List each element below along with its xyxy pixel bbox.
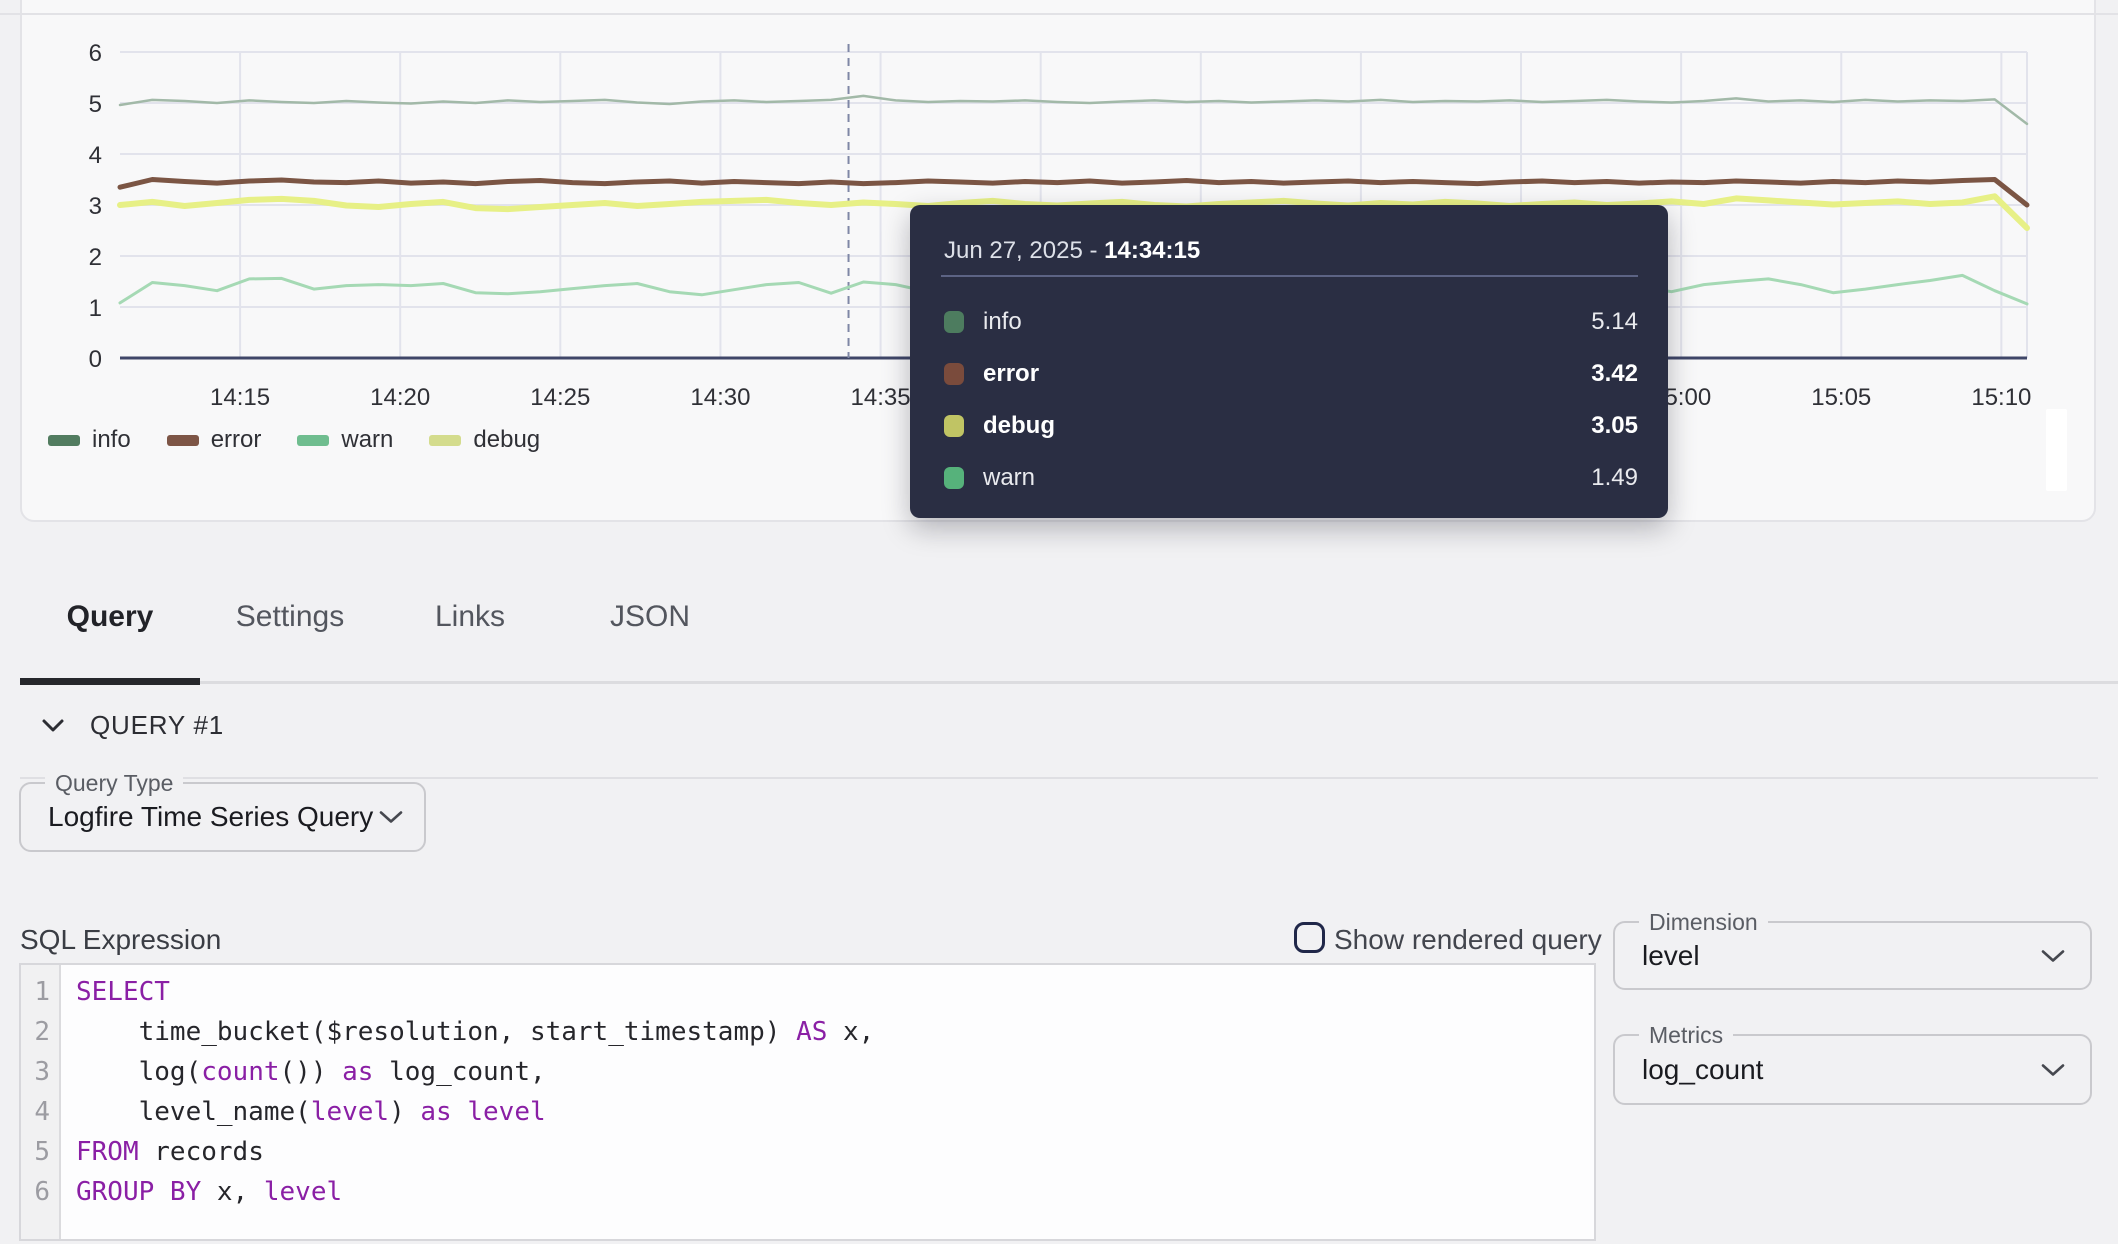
y-axis-tick-label: 2 [89, 244, 102, 271]
line-number: 3 [21, 1052, 59, 1092]
chevron-down-icon [2040, 1062, 2066, 1077]
x-axis-tick-label: 15:05 [1811, 384, 1871, 411]
tooltip-row-info: info 5.14 [944, 310, 1638, 334]
legend-item-debug[interactable]: debug [429, 426, 540, 454]
tooltip-row-debug: debug 3.05 [944, 414, 1638, 438]
code-line: FROM records [76, 1132, 874, 1172]
tooltip-swatch-debug [944, 415, 964, 437]
chevron-down-icon [378, 810, 404, 825]
y-axis-tick-label: 6 [89, 40, 102, 67]
chevron-down-icon [41, 718, 65, 733]
series-line-info [120, 96, 2027, 124]
tooltip-swatch-info [944, 311, 964, 333]
legend-label: debug [473, 426, 540, 454]
page: { "chart_data": { "type": "line", "x_axi… [0, 0, 2118, 1244]
dimension-select[interactable]: Dimension level [1613, 921, 2092, 990]
query-type-select[interactable]: Query Type Logfire Time Series Query [19, 782, 426, 852]
chart-tooltip: Jun 27, 2025 - 14:34:15 info 5.14 error … [910, 205, 1668, 518]
y-axis-tick-label: 5 [89, 91, 102, 118]
legend-item-info[interactable]: info [48, 426, 131, 454]
line-number: 6 [21, 1172, 59, 1212]
code-line: time_bucket($resolution, start_timestamp… [76, 1012, 874, 1052]
legend-swatch-warn [297, 435, 329, 446]
legend-swatch-info [48, 435, 80, 446]
chart-legend: info error warn debug [48, 426, 540, 454]
code-line: log(count()) as log_count, [76, 1052, 874, 1092]
y-axis-tick-label: 0 [89, 346, 102, 373]
tab-bar: Query Settings Links JSON [20, 594, 740, 685]
tab-query[interactable]: Query [20, 594, 200, 685]
section-divider [20, 777, 2098, 779]
tooltip-row-error: error 3.42 [944, 362, 1638, 386]
y-axis-tick-label: 3 [89, 193, 102, 220]
legend-swatch-error [167, 435, 199, 446]
line-number: 1 [21, 972, 59, 1012]
legend-item-error[interactable]: error [167, 426, 262, 454]
chart-scrollbar-thumb[interactable] [2046, 409, 2067, 491]
metrics-select[interactable]: Metrics log_count [1613, 1034, 2092, 1105]
query-type-label: Query Type [45, 770, 183, 797]
dimension-value: level [1642, 940, 1700, 972]
x-axis-tick-label: 14:25 [530, 384, 590, 411]
y-axis-tick-label: 1 [89, 295, 102, 322]
legend-item-warn[interactable]: warn [297, 426, 393, 454]
show-rendered-query-checkbox[interactable] [1294, 922, 1325, 953]
tooltip-row-warn: warn 1.49 [944, 466, 1638, 490]
chevron-down-icon [2040, 948, 2066, 963]
x-axis-tick-label: 15:10 [1971, 384, 2031, 411]
code-line: GROUP BY x, level [76, 1172, 874, 1212]
y-axis-tick-label: 4 [89, 142, 102, 169]
tooltip-swatch-error [944, 363, 964, 385]
query-section-title: QUERY #1 [90, 710, 224, 741]
metrics-label: Metrics [1639, 1022, 1733, 1049]
code-line: SELECT [76, 972, 874, 1012]
line-number: 4 [21, 1092, 59, 1132]
legend-label: info [92, 426, 131, 454]
line-number: 2 [21, 1012, 59, 1052]
tab-json[interactable]: JSON [560, 594, 740, 685]
legend-label: warn [341, 426, 393, 454]
query-section-header[interactable]: QUERY #1 [41, 710, 224, 741]
metrics-value: log_count [1642, 1054, 1763, 1086]
code-gutter: 123456 [21, 965, 61, 1239]
code-content[interactable]: SELECT time_bucket($resolution, start_ti… [61, 965, 874, 1239]
legend-swatch-debug [429, 435, 461, 446]
tooltip-divider [941, 275, 1638, 277]
x-axis-tick-label: 14:20 [370, 384, 430, 411]
tooltip-timestamp: Jun 27, 2025 - 14:34:15 [944, 237, 1200, 265]
x-axis-tick-label: 14:15 [210, 384, 270, 411]
tab-settings[interactable]: Settings [200, 594, 380, 685]
x-axis-tick-label: 14:35 [851, 384, 911, 411]
tooltip-swatch-warn [944, 467, 964, 489]
sql-expression-label: SQL Expression [20, 924, 221, 956]
sql-code-editor[interactable]: 123456 SELECT time_bucket($resolution, s… [19, 963, 1596, 1241]
dimension-label: Dimension [1639, 909, 1768, 936]
legend-label: error [211, 426, 262, 454]
code-line: level_name(level) as level [76, 1092, 874, 1132]
show-rendered-query-label: Show rendered query [1334, 924, 1602, 956]
line-number: 5 [21, 1132, 59, 1172]
tab-links[interactable]: Links [380, 594, 560, 685]
query-type-value: Logfire Time Series Query [48, 801, 373, 833]
x-axis-tick-label: 14:30 [690, 384, 750, 411]
